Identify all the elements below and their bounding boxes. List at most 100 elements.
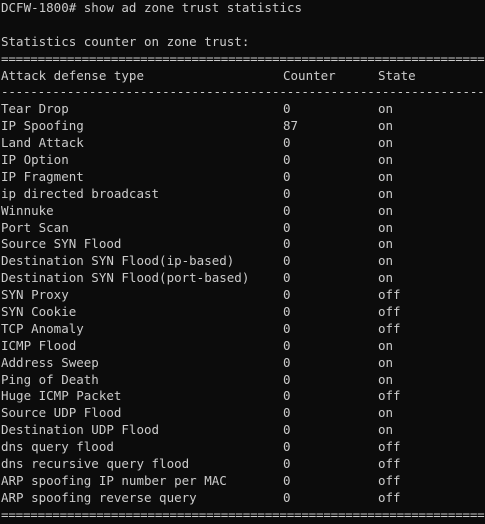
counter-value: 0 [283,489,291,505]
counter-value: 0 [283,320,291,336]
table-row: Huge ICMP Packet 0 off [1,388,485,405]
table-row: IP Spoofing 87 on [1,118,485,135]
counter-value: 0 [283,388,291,404]
double-rule-bottom: ========================================… [1,506,485,522]
state-value: on [378,422,394,438]
table-row: SYN Cookie 0 off [1,304,485,321]
attack-type: Destination SYN Flood(ip-based) [1,253,235,269]
table-row: IP Option 0 on [1,152,485,169]
table-row: Destination UDP Flood 0 on [1,422,485,439]
counter-value: 0 [283,152,291,168]
attack-type: ARP spoofing reverse query [1,489,197,505]
attack-type: Land Attack [1,135,84,151]
counter-value: 0 [283,202,291,218]
table-row: Address Sweep 0 on [1,355,485,372]
state-value: off [378,439,401,455]
attack-type: Huge ICMP Packet [1,388,122,404]
state-value: on [378,168,394,184]
counter-value: 0 [283,422,291,438]
attack-type: IP Fragment [1,168,84,184]
counter-value: 0 [283,287,291,303]
table-row: ICMP Flood 0 on [1,338,485,355]
table-row: dns recursive query flood 0 off [1,456,485,473]
state-value: on [378,405,394,421]
counter-value: 0 [283,101,291,117]
state-value: off [378,304,401,320]
counter-value: 0 [283,304,291,320]
counter-value: 0 [283,354,291,370]
table-row: Source UDP Flood 0 on [1,405,485,422]
counter-value: 0 [283,270,291,286]
table-row: Winnuke 0 on [1,203,485,220]
counter-value: 0 [283,185,291,201]
column-header-counter: Counter [283,67,336,83]
table-row: Destination SYN Flood(ip-based) 0 on [1,253,485,270]
attack-type: IP Spoofing [1,118,84,134]
state-value: off [378,456,401,472]
table-row: ARP spoofing IP number per MAC 0 off [1,473,485,490]
state-value: off [378,489,401,505]
attack-type: Ping of Death [1,371,99,387]
state-value: off [378,472,401,488]
state-value: on [378,202,394,218]
table-row: ARP spoofing reverse query 0 off [1,490,485,507]
counter-value: 0 [283,456,291,472]
counter-value: 0 [283,371,291,387]
terminal-window[interactable]: DCFW-1800# show ad zone trust statistics… [0,0,485,524]
table-header: Attack defense type Counter State [1,68,485,85]
state-value: on [378,337,394,353]
attack-type: ICMP Flood [1,337,77,353]
state-value: on [378,371,394,387]
statistics-table: Tear Drop 0 on IP Spoofing 87 on Land Attack… [1,101,485,506]
state-value: on [378,236,394,252]
state-value: off [378,320,401,336]
state-value: on [378,219,394,235]
state-value: on [378,270,394,286]
table-row: TCP Anomaly 0 off [1,321,485,338]
counter-value: 0 [283,253,291,269]
state-value: on [378,118,394,134]
table-row: SYN Proxy 0 off [1,287,485,304]
column-header-state: State [378,67,416,83]
counter-value: 0 [283,337,291,353]
attack-type: Winnuke [1,202,54,218]
attack-type: SYN Proxy [1,287,69,303]
attack-type: Source UDP Flood [1,405,122,421]
command-prompt: DCFW-1800# show ad zone trust statistics [1,0,303,15]
counter-value: 0 [283,236,291,252]
attack-type: TCP Anomaly [1,320,84,336]
state-value: off [378,388,401,404]
attack-type: Source SYN Flood [1,236,122,252]
counter-value: 0 [283,219,291,235]
table-row: Destination SYN Flood(port-based) 0 on [1,270,485,287]
single-rule: ----------------------------------------… [1,84,485,100]
attack-type: Destination SYN Flood(port-based) [1,270,250,286]
attack-type: Destination UDP Flood [1,422,160,438]
counter-value: 0 [283,168,291,184]
attack-type: Port Scan [1,219,69,235]
statistics-heading: Statistics counter on zone trust: [1,33,250,49]
counter-value: 87 [283,118,299,134]
state-value: on [378,152,394,168]
counter-value: 0 [283,439,291,455]
table-row: ip directed broadcast 0 on [1,186,485,203]
attack-type: ARP spoofing IP number per MAC [1,472,227,488]
attack-type: dns recursive query flood [1,456,190,472]
attack-type: IP Option [1,152,69,168]
table-row: dns query flood 0 off [1,439,485,456]
table-row: Source SYN Flood 0 on [1,236,485,253]
attack-type: dns query flood [1,439,114,455]
state-value: on [378,354,394,370]
state-value: on [378,253,394,269]
table-row: Ping of Death 0 on [1,372,485,389]
counter-value: 0 [283,135,291,151]
attack-type: Tear Drop [1,101,69,117]
attack-type: SYN Cookie [1,304,77,320]
state-value: off [378,287,401,303]
attack-type: Address Sweep [1,354,99,370]
state-value: on [378,185,394,201]
state-value: on [378,101,394,117]
attack-type: ip directed broadcast [1,185,160,201]
table-row: Land Attack 0 on [1,135,485,152]
